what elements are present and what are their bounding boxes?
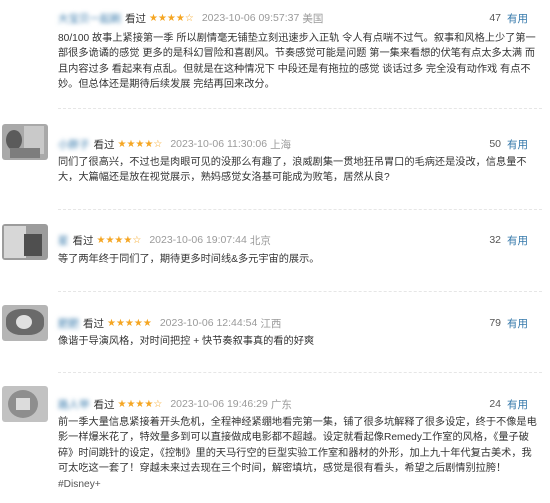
rating-stars: ★★★★☆ [96, 234, 142, 246]
review-header: 大宝贝一起刷 看过 ★★★★☆ 2023-10-06 09:57:37 美国 [58, 10, 323, 26]
review-text: 像谐于导演风格，对时间把控 + 快节奏叙事真的看的好爽 [58, 336, 315, 347]
review-date: 2023-10-06 12:44:54 [159, 317, 258, 329]
review-header: 星 看过 ★★★★☆ 2023-10-06 19:07:44 北京 [58, 232, 271, 248]
rating-stars: ★★★★☆ [117, 138, 163, 150]
rating-stars: ★★★★☆ [149, 12, 194, 24]
review-header: 路人甲 看过 ★★★★☆ 2023-10-06 19:46:29 广东 [58, 396, 292, 412]
divider [58, 209, 542, 210]
review-location: 上海 [270, 138, 292, 151]
review-date: 2023-10-06 11:30:06 [170, 138, 268, 150]
username[interactable]: 星 [58, 233, 69, 248]
watched-status: 看过 [93, 138, 115, 151]
vote-area: 50 有用 [489, 136, 528, 152]
vote-area: 47 有用 [489, 10, 528, 26]
vote-count: 47 [489, 12, 501, 24]
username[interactable]: 肥肥 [58, 316, 79, 331]
avatar[interactable] [2, 224, 48, 260]
review-header: 肥肥 看过 ★★★★★ 2023-10-06 12:44:54 江西 [58, 315, 281, 331]
rating-stars: ★★★★★ [107, 317, 152, 329]
username[interactable]: 大宝贝一起刷 [58, 11, 121, 26]
watched-status: 看过 [93, 398, 115, 411]
username[interactable]: 路人甲 [58, 397, 90, 412]
hashtag[interactable]: #Disney+ [58, 479, 101, 490]
useful-button[interactable]: 有用 [507, 233, 528, 248]
vote-area: 24 有用 [489, 396, 528, 412]
vote-count: 79 [489, 317, 501, 329]
vote-area: 32 有用 [489, 232, 528, 248]
review-date: 2023-10-06 09:57:37 [201, 12, 300, 24]
useful-button[interactable]: 有用 [507, 137, 528, 152]
watched-status: 看过 [125, 12, 146, 25]
rating-stars: ★★★★☆ [117, 398, 163, 410]
review-header: 小胖子 看过 ★★★★☆ 2023-10-06 11:30:06 上海 [58, 136, 291, 152]
divider [58, 291, 542, 292]
useful-button[interactable]: 有用 [507, 397, 528, 412]
divider [58, 108, 542, 109]
watched-status: 看过 [72, 234, 94, 247]
review-text: 同们了很高兴，不过也是肉眼可见的没那么有趣了，浪威剧集一贯地狂吊胃口的毛病还是没… [58, 157, 527, 184]
username[interactable]: 小胖子 [58, 137, 90, 152]
review-text-content: 前一季大量信息紧接着开头危机，全程神经紧绷地看完第一集，铺了很多坑解释了很多设定… [58, 417, 537, 475]
vote-area: 79 有用 [489, 315, 528, 331]
review-location: 江西 [260, 317, 282, 330]
vote-count: 32 [489, 234, 501, 246]
review-date: 2023-10-06 19:07:44 [149, 234, 247, 246]
avatar[interactable] [2, 386, 48, 422]
review-text: 80/100 故事上紧接第一季 所以剧情毫无铺垫立刻迅速步入正轨 令人有点喘不过… [58, 33, 536, 91]
review-location: 广东 [270, 398, 292, 411]
useful-button[interactable]: 有用 [507, 316, 528, 331]
review-location: 北京 [249, 234, 271, 247]
review-date: 2023-10-06 19:46:29 [170, 398, 268, 410]
review-location: 美国 [302, 12, 324, 25]
vote-count: 50 [489, 138, 501, 150]
divider [58, 372, 542, 373]
avatar[interactable] [2, 305, 48, 341]
avatar[interactable] [2, 124, 48, 160]
review-text: 前一季大量信息紧接着开头危机，全程神经紧绷地看完第一集，铺了很多坑解释了很多设定… [58, 415, 538, 492]
review-text: 等了两年终于同们了，期待更多时间线&多元宇宙的展示。 [58, 254, 320, 265]
vote-count: 24 [489, 398, 501, 410]
watched-status: 看过 [83, 317, 104, 330]
useful-button[interactable]: 有用 [507, 11, 528, 26]
